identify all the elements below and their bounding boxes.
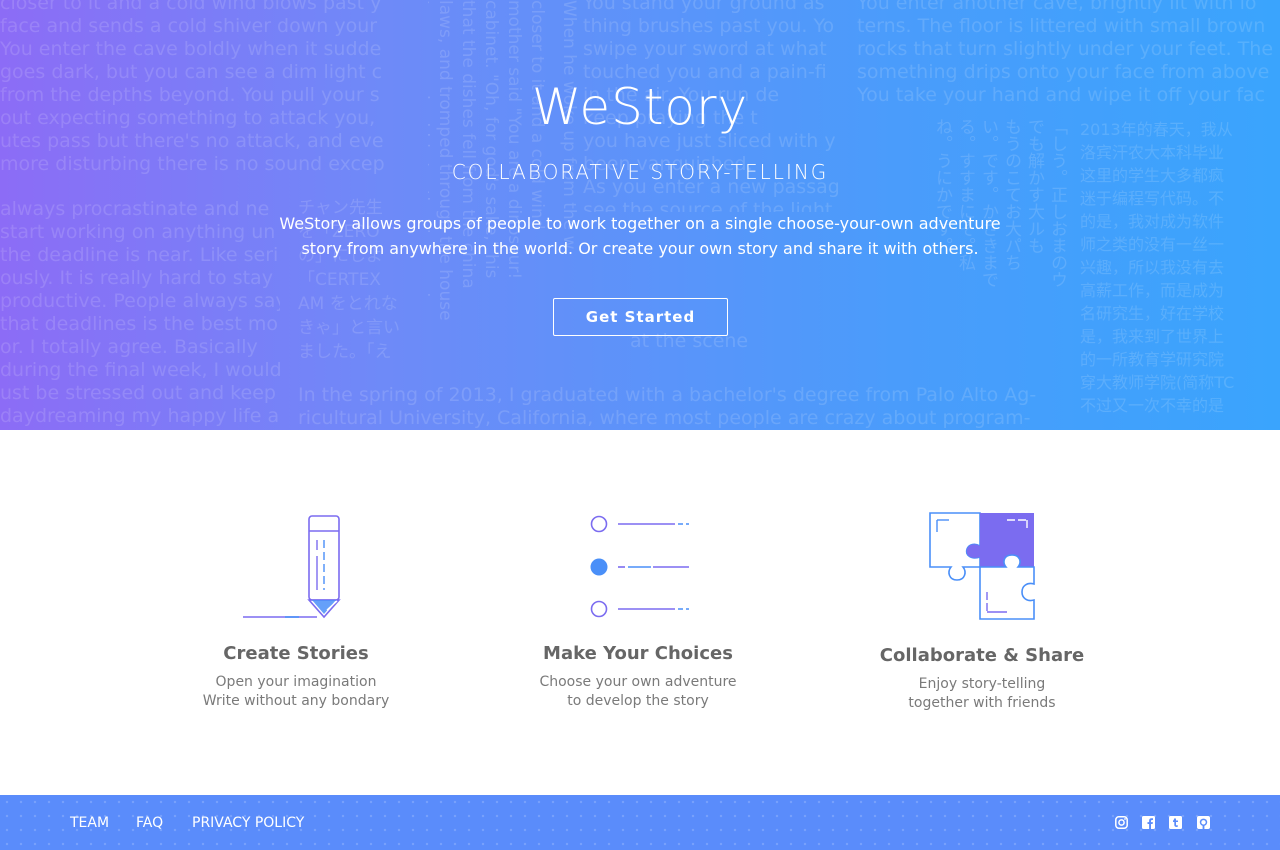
- hero-description: WeStory allows groups of people to work …: [260, 211, 1020, 261]
- hero-description-line: story from anywhere in the world. Or cre…: [301, 239, 979, 258]
- hero-background-text: In the spring of 2013, I graduated with …: [298, 384, 1037, 429]
- feature-description: Choose your own adventure: [539, 674, 737, 690]
- footer-link-privacy-policy[interactable]: PRIVACY POLICY: [192, 815, 304, 831]
- pencil-icon: [243, 515, 341, 619]
- feature-create-stories: Create Stories Open your imagination Wri…: [166, 510, 426, 711]
- hero-background-text: at the scene: [630, 330, 749, 352]
- feature-description: together with friends: [908, 695, 1056, 711]
- facebook-icon[interactable]: [1142, 816, 1155, 829]
- hero-description-line: WeStory allows groups of people to work …: [279, 214, 1001, 233]
- feature-description: Write without any bondary: [202, 693, 390, 709]
- tumblr-icon[interactable]: [1169, 816, 1182, 829]
- github-icon[interactable]: [1197, 816, 1210, 829]
- choices-list-icon: [590, 515, 689, 618]
- feature-description: to develop the story: [567, 693, 709, 709]
- feature-title: Collaborate & Share: [879, 645, 1085, 666]
- feature-collaborate-share: Collaborate & Share Enjoy story-telling …: [852, 510, 1112, 713]
- feature-title: Make Your Choices: [543, 643, 733, 664]
- hero-background-text: closer to it and a cold wind mother said…: [428, 0, 547, 321]
- instagram-icon[interactable]: [1115, 816, 1128, 829]
- tagline: COLLABORATIVE STORY-TELLING: [451, 160, 829, 184]
- puzzle-icon: [929, 512, 1035, 620]
- logo: WeStory: [531, 78, 749, 136]
- hero-section: closer to it and a cold wind blows past …: [0, 0, 1280, 430]
- get-started-button[interactable]: Get Started: [553, 298, 728, 336]
- footer: TEAM FAQ PRIVACY POLICY: [0, 795, 1280, 850]
- feature-description: Open your imagination: [215, 674, 377, 690]
- feature-make-choices: Make Your Choices Choose your own advent…: [508, 510, 768, 711]
- feature-title: Create Stories: [223, 643, 369, 664]
- hero-background-text: always procrastinate and ne start workin…: [0, 198, 280, 427]
- footer-link-team[interactable]: TEAM: [70, 815, 109, 831]
- footer-link-faq[interactable]: FAQ: [136, 815, 163, 831]
- feature-description: Enjoy story-telling: [918, 676, 1046, 692]
